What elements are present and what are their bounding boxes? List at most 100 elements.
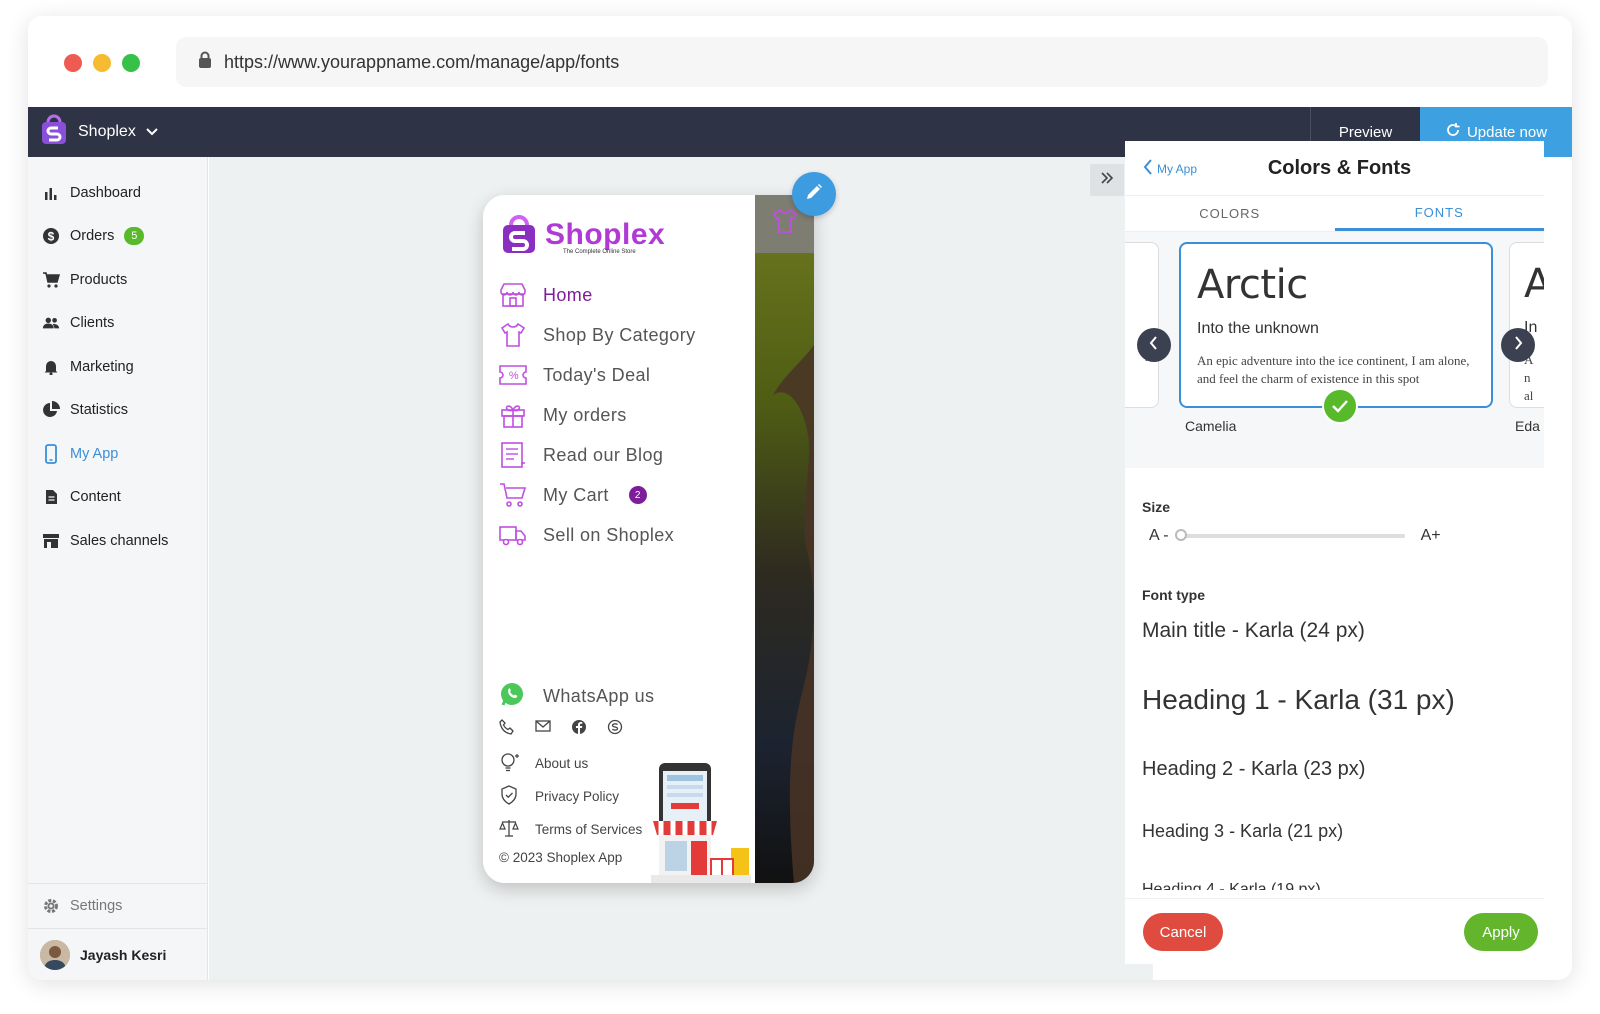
font-type-label: Font type xyxy=(1142,587,1205,603)
font-type-heading-2[interactable]: Heading 2 - Karla (23 px) xyxy=(1142,758,1365,781)
truck-icon xyxy=(499,521,527,549)
apply-button[interactable]: Apply xyxy=(1464,913,1538,951)
phone-icon xyxy=(42,443,60,464)
hero-image xyxy=(753,195,814,883)
sidebar-item-label: Marketing xyxy=(70,358,134,375)
svg-text:%: % xyxy=(509,370,519,382)
menu-item-label: Shop By Category xyxy=(543,324,696,345)
menu-item-sell-on-shoplex[interactable]: Sell on Shoplex xyxy=(499,515,695,555)
font-card-previous[interactable]: n xyxy=(1125,242,1159,408)
chevron-left-icon xyxy=(1143,159,1153,178)
sidebar-item-content[interactable]: Content xyxy=(28,476,207,520)
app-switcher[interactable]: Shoplex xyxy=(28,114,1310,151)
privacy-policy-link[interactable]: Privacy Policy xyxy=(499,780,642,813)
size-label: Size xyxy=(1142,499,1171,515)
back-button[interactable]: My App xyxy=(1143,159,1197,178)
menu-item-label: Today's Deal xyxy=(543,364,651,385)
edit-button[interactable] xyxy=(792,172,836,216)
maximize-window-button[interactable] xyxy=(122,54,140,72)
store-icon xyxy=(499,281,527,309)
about-us-label: About us xyxy=(535,756,589,771)
sidebar-item-marketing[interactable]: Marketing xyxy=(28,345,207,389)
email-icon[interactable] xyxy=(535,719,551,740)
sidebar: Dashboard $ Orders 5 Products Clients Ma… xyxy=(28,157,208,980)
font-type-heading-1[interactable]: Heading 1 - Karla (31 px) xyxy=(1142,684,1455,716)
whatsapp-link[interactable]: WhatsApp us xyxy=(499,681,654,712)
lock-icon xyxy=(198,51,212,74)
menu-item-read-our-blog[interactable]: Read our Blog xyxy=(499,435,695,475)
card-subtitle: Into the unknown xyxy=(1197,320,1319,337)
font-type-heading-4[interactable]: Heading 4 - Karla (19 px) xyxy=(1142,881,1321,890)
pie-chart-icon xyxy=(42,401,60,419)
drawer-menu-list: Home Shop By Category % Today's Deal My … xyxy=(499,275,695,555)
phone-preview: Shoplex The Complete Online Store Home S… xyxy=(483,195,814,883)
sidebar-item-label: Products xyxy=(70,271,128,288)
menu-item-home[interactable]: Home xyxy=(499,275,695,315)
facebook-icon[interactable] xyxy=(571,719,587,740)
panel-footer: Cancel Apply xyxy=(1125,898,1544,964)
font-size-slider[interactable]: A - A+ xyxy=(1149,527,1441,545)
users-icon xyxy=(42,316,60,330)
card-body: An epic adventure into the ice continent… xyxy=(1197,353,1470,386)
whatsapp-label: WhatsApp us xyxy=(543,686,655,706)
menu-item-label: Read our Blog xyxy=(543,444,664,465)
panel-tabs: COLORS FONTS xyxy=(1125,195,1544,232)
close-window-button[interactable] xyxy=(64,54,82,72)
sidebar-item-label: Orders xyxy=(70,228,115,245)
dollar-icon: $ xyxy=(42,227,60,245)
hero-photo-shape xyxy=(773,345,814,883)
menu-item-my-cart[interactable]: My Cart 2 xyxy=(499,475,695,515)
shield-icon xyxy=(499,785,521,808)
slider-thumb[interactable] xyxy=(1174,529,1187,541)
about-us-link[interactable]: About us xyxy=(499,747,642,780)
menu-item-label: Home xyxy=(543,284,593,305)
skype-icon[interactable] xyxy=(607,719,623,740)
tab-fonts[interactable]: FONTS xyxy=(1334,196,1544,231)
menu-item-todays-deal[interactable]: % Today's Deal xyxy=(499,355,695,395)
menu-item-shop-by-category[interactable]: Shop By Category xyxy=(499,315,695,355)
menu-item-my-orders[interactable]: My orders xyxy=(499,395,695,435)
sidebar-item-dashboard[interactable]: Dashboard xyxy=(28,171,207,215)
shoplex-bag-icon xyxy=(503,215,535,253)
app-name: Shoplex xyxy=(78,123,136,140)
sidebar-item-products[interactable]: Products xyxy=(28,258,207,302)
store-illustration xyxy=(651,763,751,883)
bell-icon xyxy=(42,359,60,375)
carousel-prev-button[interactable] xyxy=(1137,328,1171,362)
phone-call-icon[interactable] xyxy=(499,719,515,740)
privacy-policy-label: Privacy Policy xyxy=(535,789,620,804)
chevron-right-icon xyxy=(1513,335,1523,355)
terms-of-services-link[interactable]: Terms of Services xyxy=(499,813,642,846)
address-bar[interactable]: https://www.yourappname.com/manage/app/f… xyxy=(176,37,1548,87)
orders-count-badge: 5 xyxy=(124,227,145,246)
pencil-icon xyxy=(805,183,823,206)
document-icon xyxy=(42,489,60,505)
size-increase-label: A+ xyxy=(1420,527,1441,544)
cart-count-badge: 2 xyxy=(628,486,647,504)
font-card-next[interactable]: A In An alo xyxy=(1509,242,1544,408)
collapse-panel-button[interactable] xyxy=(1090,164,1124,196)
slider-track[interactable] xyxy=(1174,529,1405,541)
shirt-icon xyxy=(499,321,527,349)
sidebar-item-statistics[interactable]: Statistics xyxy=(28,389,207,433)
sidebar-item-label: Statistics xyxy=(70,402,129,419)
font-type-main-title[interactable]: Main title - Karla (24 px) xyxy=(1142,619,1365,643)
minimize-window-button[interactable] xyxy=(93,54,111,72)
font-card-selected[interactable]: Arctic Into the unknown An epic adventur… xyxy=(1179,242,1493,424)
sidebar-item-my-app[interactable]: My App xyxy=(28,432,207,476)
user-name: Jayash Kesri xyxy=(80,946,167,963)
cart-icon xyxy=(499,481,527,509)
sidebar-item-orders[interactable]: $ Orders 5 xyxy=(28,215,207,259)
tab-colors[interactable]: COLORS xyxy=(1125,196,1335,231)
font-type-heading-3[interactable]: Heading 3 - Karla (21 px) xyxy=(1142,821,1343,842)
sidebar-item-sales-channels[interactable]: Sales channels xyxy=(28,519,207,563)
sidebar-item-settings[interactable]: Settings xyxy=(28,883,208,928)
cancel-button[interactable]: Cancel xyxy=(1143,913,1223,951)
gift-icon xyxy=(499,401,527,429)
sidebar-item-clients[interactable]: Clients xyxy=(28,302,207,346)
carousel-next-button[interactable] xyxy=(1501,328,1535,362)
url-text: https://www.yourappname.com/manage/app/f… xyxy=(224,51,620,72)
copyright-text: © 2023 Shoplex App xyxy=(499,850,623,865)
font-preset-carousel: n Arctic Into the unknown An epic advent… xyxy=(1125,232,1544,468)
user-profile[interactable]: Jayash Kesri xyxy=(28,928,208,980)
